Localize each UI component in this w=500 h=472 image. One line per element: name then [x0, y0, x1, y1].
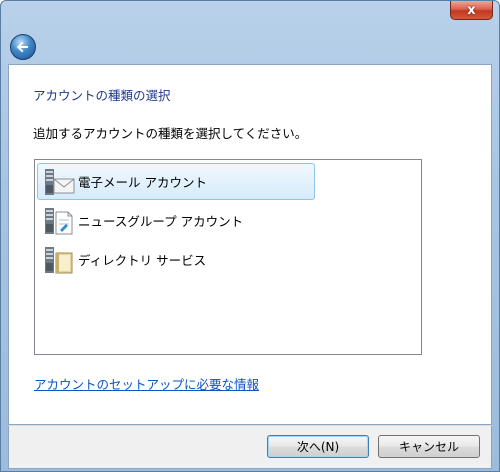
close-icon: x [467, 2, 476, 18]
newsgroup-account-icon [45, 207, 73, 234]
account-type-list[interactable]: 電子メール アカウント ニュースグループ アカウント ディレクトリ サービス [34, 159, 422, 355]
page-title: アカウントの種類の選択 [33, 88, 171, 103]
cancel-button[interactable]: キャンセル [378, 435, 480, 458]
close-button[interactable]: x [450, 1, 493, 20]
help-link[interactable]: アカウントのセットアップに必要な情報 [34, 374, 259, 393]
directory-service-icon [45, 246, 73, 273]
list-item-label: ディレクトリ サービス [78, 253, 207, 268]
navigation-bar [1, 27, 499, 63]
list-item-label: 電子メール アカウント [78, 175, 207, 190]
content-panel: アカウントの種類の選択 追加するアカウントの種類を選択してください。 電子メール… [8, 64, 492, 425]
instruction-text: 追加するアカウントの種類を選択してください。 [33, 126, 308, 141]
next-button[interactable]: 次へ(N) [267, 435, 369, 458]
button-bar: 次へ(N) キャンセル [8, 425, 492, 469]
wizard-window: x アカウントの種類の選択 追加するアカウントの種類を選択してください。 電子メ… [0, 0, 500, 472]
back-arrow-icon [16, 41, 28, 53]
title-bar: x [1, 1, 499, 27]
list-item-label: ニュースグループ アカウント [78, 214, 244, 229]
email-account-icon [45, 168, 75, 195]
back-button[interactable] [10, 34, 36, 60]
list-item-email-account[interactable]: 電子メール アカウント [37, 163, 315, 200]
list-item-directory-service[interactable]: ディレクトリ サービス [37, 241, 315, 278]
list-item-newsgroup-account[interactable]: ニュースグループ アカウント [37, 202, 315, 239]
